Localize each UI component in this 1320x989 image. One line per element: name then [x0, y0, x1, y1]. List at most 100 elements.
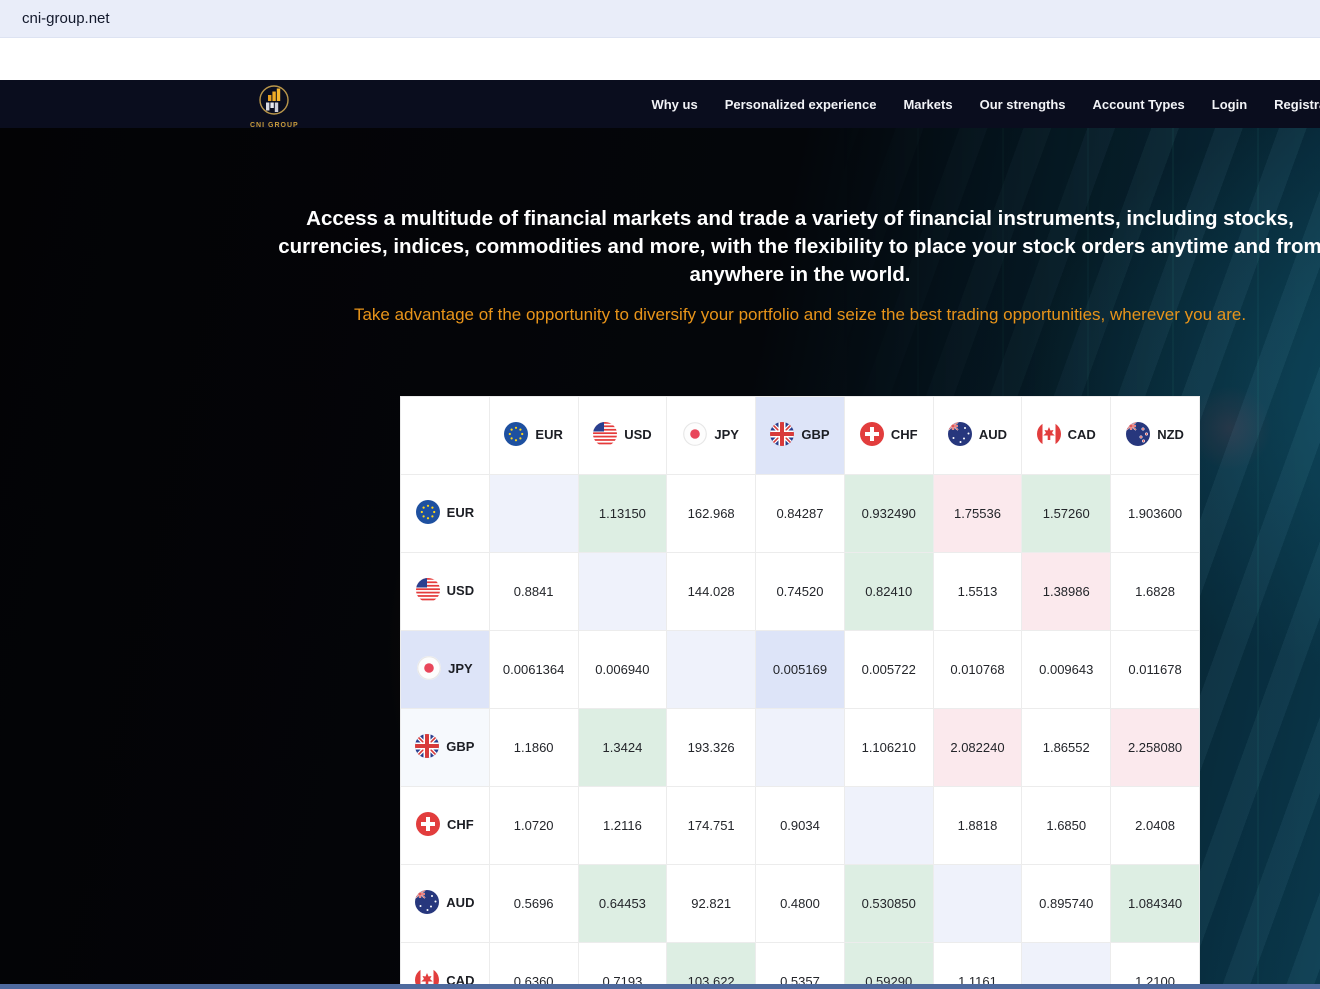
col-header-gbp[interactable]: GBP: [755, 396, 845, 475]
rate-cell-aud-eur[interactable]: 0.5696: [488, 864, 579, 943]
rate-cell-chf-nzd[interactable]: 2.0408: [1110, 786, 1200, 865]
rate-cell-chf-gbp[interactable]: 0.9034: [755, 786, 845, 865]
rate-cell-usd-nzd[interactable]: 1.6828: [1110, 552, 1200, 631]
hero-subtitle: Take advantage of the opportunity to div…: [353, 305, 1247, 324]
navbar: CNI GROUP Why us Personalized experience M…: [0, 80, 1320, 129]
rate-cell-gbp-eur[interactable]: 1.1860: [488, 708, 579, 787]
hero-section: Access a multitude of financial markets …: [0, 128, 1320, 989]
rate-cell-chf-cad[interactable]: 1.6850: [1021, 786, 1112, 865]
browser-url-bar[interactable]: cni-group.net: [0, 0, 1320, 38]
rate-cell-eur-nzd[interactable]: 1.903600: [1110, 474, 1200, 553]
usd-flag-icon: [415, 578, 440, 602]
rate-cell-eur-usd[interactable]: 1.13150: [577, 474, 668, 553]
rate-cell-jpy-chf[interactable]: 0.005722: [843, 630, 934, 709]
rate-cell-eur-aud[interactable]: 1.75536: [932, 474, 1023, 553]
rate-cell-usd-gbp[interactable]: 0.74520: [755, 552, 845, 631]
rate-cell-eur-chf[interactable]: 0.932490: [843, 474, 934, 553]
rate-cell-usd-cad[interactable]: 1.38986: [1021, 552, 1112, 631]
nav-menu: Why us Personalized experience Markets Our …: [651, 97, 1320, 112]
table-row-chf: CHF 1.0720 1.2116 174.751 0.9034 1.8818 1.6850…: [400, 786, 1200, 865]
rate-cell-gbp-gbp[interactable]: [755, 708, 845, 787]
rate-cell-cad-cad[interactable]: [1021, 942, 1112, 989]
col-header-aud[interactable]: AUD: [932, 396, 1023, 475]
row-header-gbp[interactable]: GBP: [400, 708, 490, 787]
rate-cell-jpy-usd[interactable]: 0.006940: [577, 630, 668, 709]
cad-flag-icon: [1036, 422, 1061, 446]
rate-cell-gbp-usd[interactable]: 1.3424: [577, 708, 668, 787]
rate-cell-aud-aud[interactable]: [932, 864, 1023, 943]
rate-cell-gbp-aud[interactable]: 2.082240: [932, 708, 1023, 787]
rate-cell-gbp-chf[interactable]: 1.106210: [843, 708, 934, 787]
rate-cell-usd-aud[interactable]: 1.5513: [932, 552, 1023, 631]
rate-cell-cad-eur[interactable]: 0.6360: [488, 942, 579, 989]
rate-cell-usd-chf[interactable]: 0.82410: [843, 552, 934, 631]
rate-cell-chf-usd[interactable]: 1.2116: [577, 786, 668, 865]
horizontal-scrollbar[interactable]: [0, 984, 1320, 989]
table-row-jpy: JPY 0.0061364 0.006940 0.005169 0.005722 0.01…: [400, 630, 1200, 709]
nav-item-personalized-experience[interactable]: Personalized experience: [725, 97, 877, 112]
rate-cell-cad-nzd[interactable]: 1.2100: [1110, 942, 1200, 989]
rate-cell-jpy-gbp[interactable]: 0.005169: [755, 630, 845, 709]
nav-item-registration[interactable]: Registration: [1274, 97, 1320, 112]
row-header-chf[interactable]: CHF: [400, 786, 490, 865]
rate-cell-aud-cad[interactable]: 0.895740: [1021, 864, 1112, 943]
rate-cell-cad-jpy[interactable]: 103.622: [666, 942, 757, 989]
site-logo[interactable]: CNI GROUP: [250, 83, 299, 129]
rate-cell-aud-jpy[interactable]: 92.821: [666, 864, 757, 943]
rate-cell-cad-gbp[interactable]: 0.5357: [755, 942, 845, 989]
gbp-flag-icon: [415, 734, 440, 758]
row-header-cad[interactable]: CAD: [400, 942, 490, 989]
rate-cell-chf-chf[interactable]: [843, 786, 934, 865]
rate-cell-jpy-nzd[interactable]: 0.011678: [1110, 630, 1200, 709]
rate-cell-aud-chf[interactable]: 0.530850: [843, 864, 934, 943]
rate-cell-usd-usd[interactable]: [577, 552, 668, 631]
rate-cell-eur-jpy[interactable]: 162.968: [666, 474, 757, 553]
corner-cell: [400, 396, 490, 475]
rate-cell-eur-eur[interactable]: [488, 474, 579, 553]
rate-cell-jpy-jpy[interactable]: [666, 630, 757, 709]
url-text[interactable]: cni-group.net: [22, 10, 110, 27]
rate-cell-gbp-nzd[interactable]: 2.258080: [1110, 708, 1200, 787]
col-header-eur[interactable]: EUR: [488, 396, 579, 475]
rate-cell-gbp-cad[interactable]: 1.86552: [1021, 708, 1112, 787]
rate-cell-chf-jpy[interactable]: 174.751: [666, 786, 757, 865]
white-strip: [0, 38, 1320, 80]
row-header-usd[interactable]: USD: [400, 552, 490, 631]
rate-cell-cad-chf[interactable]: 0.59290: [843, 942, 934, 989]
rate-cell-cad-usd[interactable]: 0.7193: [577, 942, 668, 989]
usd-flag-icon: [593, 422, 618, 446]
nzd-flag-icon: [1126, 422, 1151, 446]
nav-item-why-us[interactable]: Why us: [651, 97, 697, 112]
eur-flag-icon: [504, 422, 529, 446]
col-header-usd[interactable]: USD: [577, 396, 668, 475]
rate-cell-aud-nzd[interactable]: 1.084340: [1110, 864, 1200, 943]
nav-item-our-strengths[interactable]: Our strengths: [980, 97, 1066, 112]
rate-cell-jpy-aud[interactable]: 0.010768: [932, 630, 1023, 709]
rate-cell-eur-gbp[interactable]: 0.84287: [755, 474, 845, 553]
rate-cell-aud-usd[interactable]: 0.64453: [577, 864, 668, 943]
jpy-flag-icon: [683, 422, 708, 446]
page: CNI GROUP Why us Personalized experience M…: [0, 80, 1320, 989]
row-header-eur[interactable]: EUR: [400, 474, 490, 553]
col-header-nzd[interactable]: NZD: [1110, 396, 1200, 475]
row-header-jpy[interactable]: JPY: [400, 630, 490, 709]
col-header-jpy[interactable]: JPY: [666, 396, 757, 475]
exchange-rates-table: EUR USD JPY GBP CHF AUD CAD NZD EUR 1.13150 162.9…: [400, 396, 1200, 989]
row-header-aud[interactable]: AUD: [400, 864, 490, 943]
rate-cell-chf-eur[interactable]: 1.0720: [488, 786, 579, 865]
eur-flag-icon: [415, 500, 440, 524]
rate-cell-usd-eur[interactable]: 0.8841: [488, 552, 579, 631]
rate-cell-aud-gbp[interactable]: 0.4800: [755, 864, 845, 943]
rate-cell-chf-aud[interactable]: 1.8818: [932, 786, 1023, 865]
nav-item-account-types[interactable]: Account Types: [1093, 97, 1185, 112]
rate-cell-eur-cad[interactable]: 1.57260: [1021, 474, 1112, 553]
nav-item-markets[interactable]: Markets: [903, 97, 952, 112]
col-header-cad[interactable]: CAD: [1021, 396, 1112, 475]
rate-cell-gbp-jpy[interactable]: 193.326: [666, 708, 757, 787]
rate-cell-jpy-cad[interactable]: 0.009643: [1021, 630, 1112, 709]
rate-cell-cad-aud[interactable]: 1.1161: [932, 942, 1023, 989]
col-header-chf[interactable]: CHF: [843, 396, 934, 475]
rate-cell-jpy-eur[interactable]: 0.0061364: [488, 630, 579, 709]
rate-cell-usd-jpy[interactable]: 144.028: [666, 552, 757, 631]
nav-item-login[interactable]: Login: [1212, 97, 1247, 112]
